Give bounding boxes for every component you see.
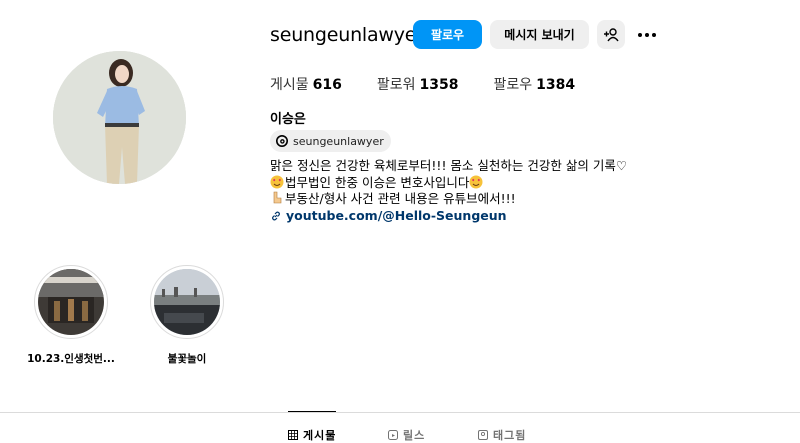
heart-eyes-emoji-icon <box>469 175 483 188</box>
threads-handle: seungeunlawyer <box>293 134 384 148</box>
profile-avatar[interactable] <box>53 51 186 184</box>
more-icon <box>638 32 656 37</box>
tab-reels-label: 릴스 <box>403 429 426 442</box>
bio-line-2: 법무법인 한중 이승은 변호사입니다 <box>270 175 627 192</box>
highlight-label: 10.23.인생첫번... <box>27 353 115 365</box>
posts-label: 게시물 <box>270 77 309 93</box>
message-button[interactable]: 메시지 보내기 <box>490 20 589 49</box>
highlight-cover-image <box>38 269 104 335</box>
posts-value: 616 <box>312 77 342 93</box>
bio-line-2-text: 법무법인 한중 이승은 변호사입니다 <box>285 174 470 190</box>
threads-badge[interactable]: seungeunlawyer <box>270 130 391 152</box>
highlight-cover-image <box>154 269 220 335</box>
tab-tagged-label: 태그됨 <box>493 429 527 442</box>
profile-stats: 게시물 616 팔로워 1358 팔로우 1384 <box>270 74 610 94</box>
grid-icon <box>288 430 298 440</box>
active-tab-indicator <box>288 411 336 412</box>
following-label: 팔로우 <box>493 77 533 93</box>
bio-line-3: 부동산/형사 사건 관련 내용은 유튜브에서!!! <box>270 191 627 208</box>
followers-label: 팔로워 <box>376 77 416 93</box>
avatar-photo <box>53 51 186 184</box>
tabs-divider <box>0 412 800 413</box>
link-icon <box>272 211 280 220</box>
bio-external-link[interactable]: youtube.com/@Hello-Seungeun <box>270 208 627 225</box>
tab-posts-label: 게시물 <box>303 429 337 442</box>
tab-reels[interactable]: 릴스 <box>388 427 425 443</box>
highlight-item[interactable]: 불꽃놀이 <box>137 265 237 366</box>
heart-eyes-emoji-icon <box>270 175 284 188</box>
following-count[interactable]: 팔로우 1384 <box>493 74 575 94</box>
reels-icon <box>388 430 398 440</box>
profile-bio: 맑은 정신은 건강한 육체로부터!!! 몸소 실천하는 건강한 삶의 기록♡ 법… <box>270 158 627 224</box>
suggest-users-button[interactable] <box>597 20 625 49</box>
highlight-cover <box>154 269 220 335</box>
highlight-ring <box>150 265 224 339</box>
followers-value: 1358 <box>419 77 459 93</box>
profile-username: seungeunlawyer <box>270 24 424 46</box>
bio-link-text: youtube.com/@Hello-Seungeun <box>286 207 507 223</box>
follow-button[interactable]: 팔로우 <box>413 20 482 49</box>
tagged-icon <box>478 430 488 440</box>
highlight-cover <box>38 269 104 335</box>
tab-posts[interactable]: 게시물 <box>288 427 336 443</box>
highlight-item[interactable]: 10.23.인생첫번... <box>21 265 121 366</box>
bio-line-3-text: 부동산/형사 사건 관련 내용은 유튜브에서!!! <box>285 191 516 206</box>
highlight-label: 불꽃놀이 <box>167 353 207 365</box>
profile-full-name: 이승은 <box>270 112 306 127</box>
following-value: 1384 <box>536 77 576 93</box>
bio-line-1: 맑은 정신은 건강한 육체로부터!!! 몸소 실천하는 건강한 삶의 기록♡ <box>270 158 628 173</box>
highlight-ring <box>34 265 108 339</box>
options-button[interactable] <box>635 20 659 49</box>
pointing-hand-emoji-icon <box>273 191 282 204</box>
tab-tagged[interactable]: 태그됨 <box>478 427 526 443</box>
posts-count: 게시물 616 <box>270 74 342 94</box>
followers-count[interactable]: 팔로워 1358 <box>377 74 459 94</box>
add-user-icon <box>604 27 619 41</box>
threads-icon <box>276 135 288 147</box>
